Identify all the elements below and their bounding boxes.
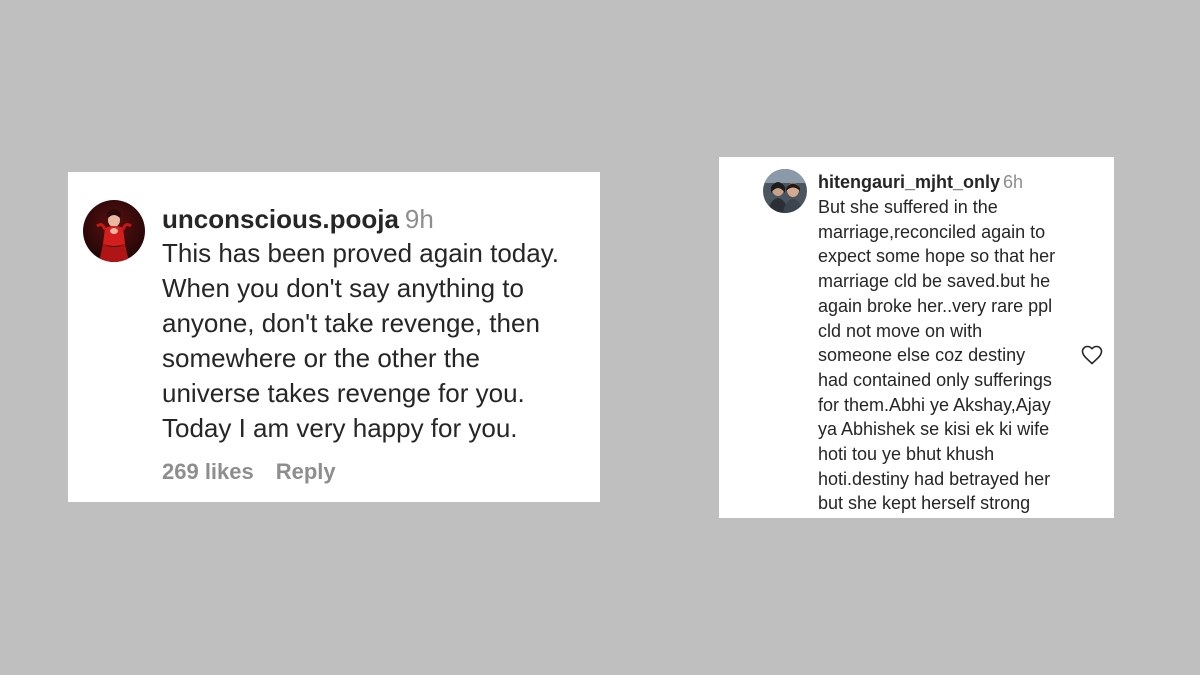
comment-actions: 269 likes Reply bbox=[162, 458, 592, 486]
comment-header: unconscious.pooja 9h bbox=[162, 202, 592, 236]
username[interactable]: hitengauri_mjht_only bbox=[818, 172, 1000, 192]
reply-button[interactable]: Reply bbox=[276, 459, 336, 484]
timestamp: 9h bbox=[404, 204, 434, 234]
avatar[interactable] bbox=[763, 169, 807, 213]
heart-outline-icon bbox=[1081, 345, 1103, 365]
like-button[interactable] bbox=[1080, 343, 1104, 367]
comment-card-2: hitengauri_mjht_only 6h But she suffered … bbox=[719, 157, 1114, 518]
comment-card-1: unconscious.pooja 9h This has been proved… bbox=[68, 172, 600, 502]
profile-avatar-icon bbox=[763, 169, 807, 213]
comment-body: unconscious.pooja 9h This has been proved… bbox=[162, 202, 592, 486]
likes-count[interactable]: 269 likes bbox=[162, 459, 254, 484]
comment-body: hitengauri_mjht_only 6h But she suffered … bbox=[818, 170, 1080, 516]
comment-header: hitengauri_mjht_only 6h bbox=[818, 170, 1080, 195]
comment-text: This has been proved again today. When y… bbox=[162, 238, 560, 443]
username[interactable]: unconscious.pooja bbox=[162, 204, 399, 234]
profile-avatar-icon bbox=[83, 200, 145, 262]
timestamp: 6h bbox=[1003, 172, 1024, 192]
avatar[interactable] bbox=[83, 200, 145, 262]
comment-text: But she suffered in the marriage,reconci… bbox=[818, 197, 1056, 514]
